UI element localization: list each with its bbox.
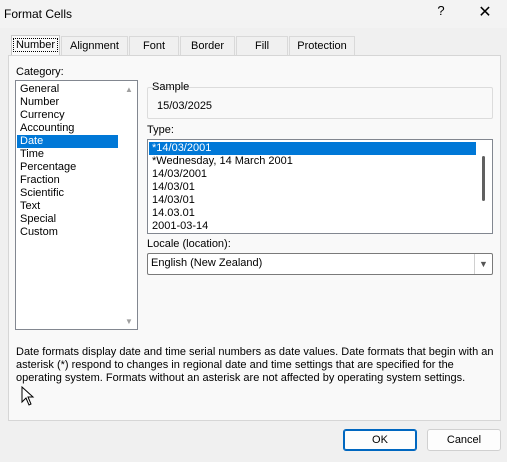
type-item-selected[interactable]: *14/03/2001 [149, 142, 476, 155]
type-item[interactable]: 14.03.01 [149, 207, 476, 220]
tab-alignment[interactable]: Alignment [61, 36, 128, 55]
category-item[interactable]: Currency [17, 109, 118, 122]
category-item[interactable]: Time [17, 148, 118, 161]
tab-protection[interactable]: Protection [289, 36, 355, 55]
category-item[interactable]: Custom [17, 226, 118, 239]
type-item[interactable]: 14/03/2001 [149, 168, 476, 181]
category-item[interactable]: General [17, 83, 118, 96]
category-item[interactable]: Accounting [17, 122, 118, 135]
category-item[interactable]: Scientific [17, 187, 118, 200]
category-scrollbar[interactable]: ▲ ▼ [122, 81, 137, 329]
title-bar [0, 0, 507, 28]
type-item[interactable]: *Wednesday, 14 March 2001 [149, 155, 476, 168]
tab-fill[interactable]: Fill [236, 36, 288, 55]
sample-value: 15/03/2025 [157, 100, 213, 112]
close-button[interactable]: ✕ [474, 2, 496, 24]
ok-button[interactable]: OK [343, 429, 417, 451]
category-item[interactable]: Fraction [17, 174, 118, 187]
type-scrollbar[interactable] [476, 140, 492, 233]
format-description: Date formats display date and time seria… [16, 346, 494, 384]
sample-label: Sample [152, 81, 190, 93]
scroll-down-icon[interactable]: ▼ [125, 317, 133, 326]
category-item[interactable]: Special [17, 213, 118, 226]
tab-font[interactable]: Font [129, 36, 179, 55]
type-list[interactable]: *14/03/2001 *Wednesday, 14 March 2001 14… [147, 139, 493, 234]
category-list[interactable]: General Number Currency Accounting Date … [15, 80, 138, 330]
chevron-down-icon[interactable]: ▼ [474, 254, 492, 274]
category-item-selected[interactable]: Date [17, 135, 118, 148]
type-item[interactable]: 14/03/01 [149, 194, 476, 207]
category-item[interactable]: Text [17, 200, 118, 213]
type-item[interactable]: 2001-03-14 [149, 220, 476, 233]
help-button[interactable]: ? [432, 3, 450, 23]
cancel-button[interactable]: Cancel [427, 429, 501, 451]
mouse-cursor-icon [21, 386, 35, 406]
category-label: Category: [16, 66, 64, 78]
scroll-thumb[interactable] [482, 156, 485, 201]
tab-border[interactable]: Border [180, 36, 235, 55]
category-item[interactable]: Number [17, 96, 118, 109]
locale-value: English (New Zealand) [151, 257, 263, 269]
type-label: Type: [147, 124, 174, 136]
tab-number[interactable]: Number [11, 35, 60, 56]
locale-label: Locale (location): [147, 238, 231, 250]
category-item[interactable]: Percentage [17, 161, 118, 174]
window-title: Format Cells [4, 7, 73, 21]
locale-dropdown[interactable]: English (New Zealand) ▼ [147, 253, 493, 275]
type-item[interactable]: 14/03/01 [149, 181, 476, 194]
scroll-up-icon[interactable]: ▲ [125, 85, 133, 94]
